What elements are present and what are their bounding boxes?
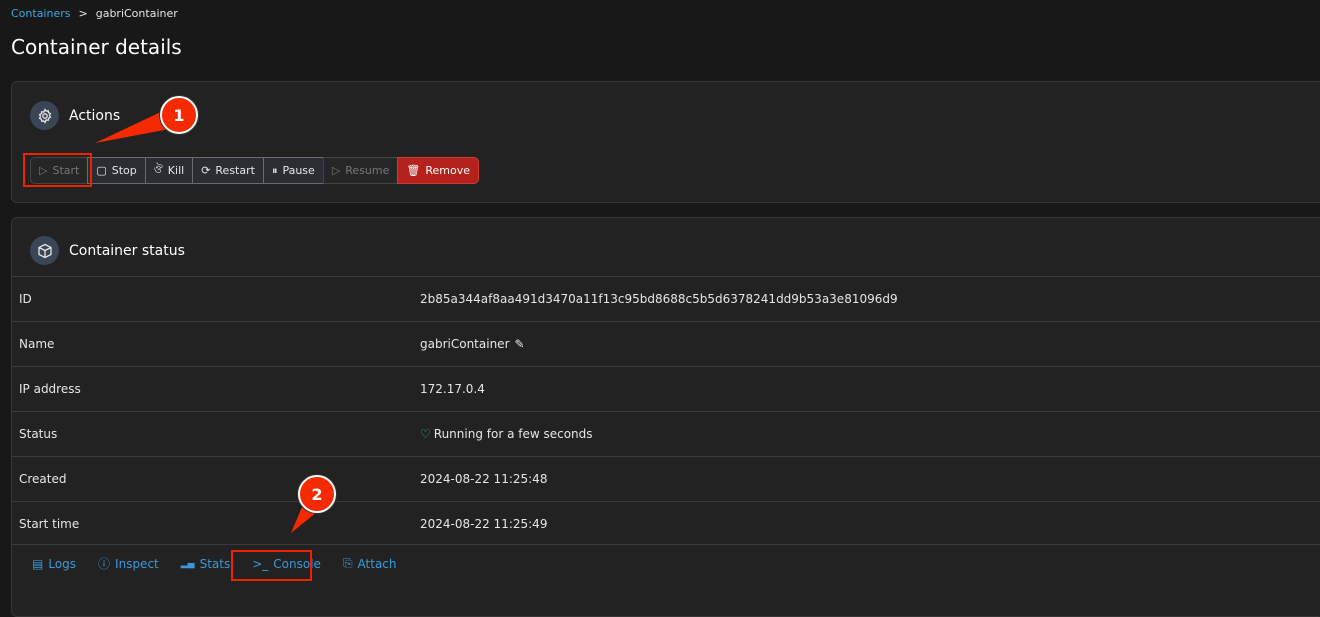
callout-arrows bbox=[95, 110, 322, 533]
callout-badge-1: 1 bbox=[160, 96, 198, 134]
callout-badge-2: 2 bbox=[298, 475, 336, 513]
highlight-start-button bbox=[23, 153, 92, 187]
highlight-console-link bbox=[231, 550, 312, 581]
